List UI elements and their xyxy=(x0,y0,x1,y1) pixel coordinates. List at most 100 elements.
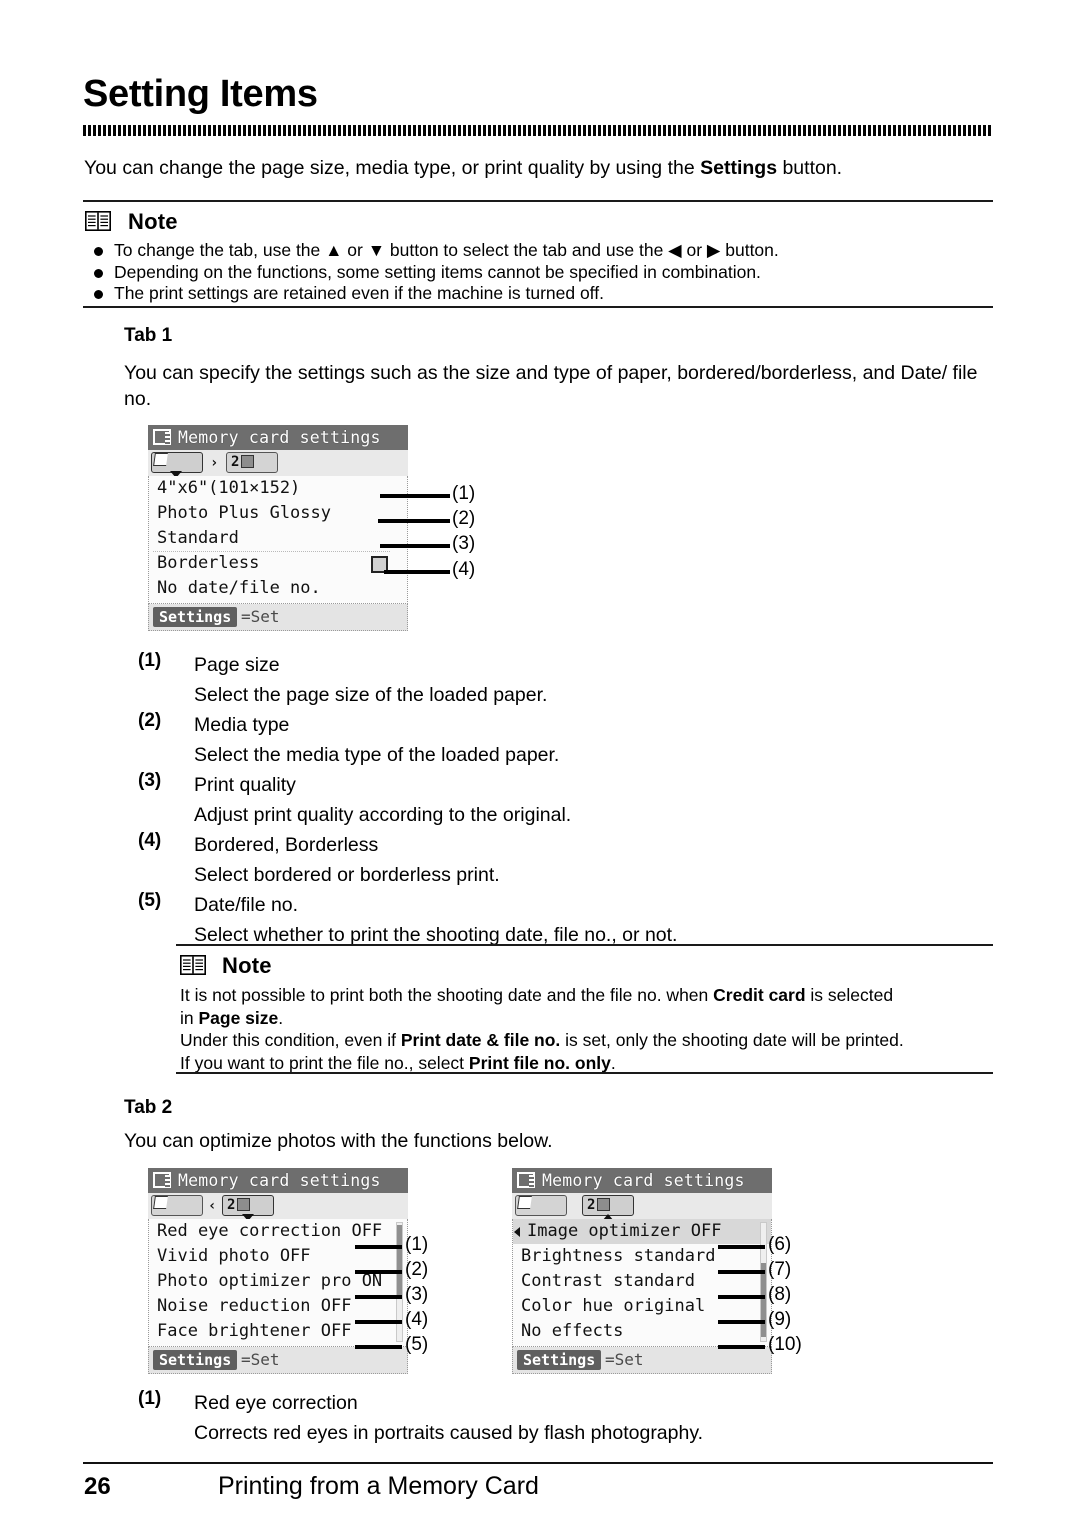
bullet-icon xyxy=(94,247,103,256)
lcd-row-red-eye-correction[interactable]: Red eye correction OFF xyxy=(149,1219,407,1244)
lcd-settings-key[interactable]: Settings xyxy=(153,607,238,627)
item-number: (2) xyxy=(138,710,162,731)
leader-line-t2-5 xyxy=(355,1345,402,1349)
lcd-tab-1[interactable]: 1 xyxy=(151,452,203,473)
list-item: (1) Red eye correction Corrects red eyes… xyxy=(138,1388,998,1448)
item-number: (4) xyxy=(138,830,162,851)
note1-list: To change the tab, use the ▲ or ▼ button… xyxy=(84,240,779,305)
note2-line4-c: . xyxy=(610,1052,616,1073)
note2-line1-bold: Credit card xyxy=(713,985,806,1005)
lcd-scrollbar[interactable] xyxy=(760,1222,767,1342)
book-icon xyxy=(85,211,111,231)
tab1-heading: Tab 1 xyxy=(124,325,173,346)
lcd-title-text: Memory card settings xyxy=(542,1171,745,1190)
lcd-tab-strip: 1 ‹ 2 xyxy=(148,1193,408,1221)
note2-rule-bottom xyxy=(176,1072,993,1074)
tab1-paragraph: You can specify the settings such as the… xyxy=(124,362,978,410)
note2-line-3: Under this condition, even if Print date… xyxy=(180,1029,996,1052)
note2-line1-a: It is not possible to print both the sho… xyxy=(180,985,714,1005)
item-term: Red eye correction xyxy=(194,1392,358,1414)
lcd-tab-separator: ‹ xyxy=(208,1198,217,1214)
lcd-tab-separator: › xyxy=(210,455,219,471)
lcd-screen-tab1: Memory card settings 1 › 2 4"x6"(101×152… xyxy=(148,425,408,631)
picture-icon xyxy=(597,1198,611,1211)
page-icon xyxy=(153,1196,168,1209)
note1-item-2-text: The print settings are retained even if … xyxy=(114,283,604,303)
item-number: (1) xyxy=(138,650,162,671)
note1-item-0: To change the tab, use the ▲ or ▼ button… xyxy=(84,240,779,262)
item-term: Media type xyxy=(194,714,290,736)
intro-paragraph: You can change the page size, media type… xyxy=(84,155,996,181)
note2-line-4: If you want to print the file no., selec… xyxy=(180,1052,996,1075)
lcd-settings-action: =Set xyxy=(605,1350,644,1369)
lcd-tab-2[interactable]: 2 xyxy=(582,1195,634,1216)
item-number: (3) xyxy=(138,770,162,791)
memory-card-icon xyxy=(153,1172,171,1188)
book-icon xyxy=(180,955,206,975)
item-description: Select the page size of the loaded paper… xyxy=(194,684,548,706)
lcd-row-media-type[interactable]: Photo Plus Glossy xyxy=(149,501,407,526)
footer-chapter-title: Printing from a Memory Card xyxy=(218,1472,539,1500)
callout-t2-7: (7) xyxy=(768,1259,792,1280)
callout-t2-9: (9) xyxy=(768,1309,792,1330)
lcd-tab-1[interactable]: 1 xyxy=(151,1195,203,1216)
list-item: (2) Media type Select the media type of … xyxy=(138,710,998,770)
memory-card-icon xyxy=(517,1172,535,1188)
lcd-list-tab1: 4"x6"(101×152) Photo Plus Glossy Standar… xyxy=(148,476,408,604)
lcd-tab-2[interactable]: 2 xyxy=(222,1195,274,1216)
intro-bold-settings: Settings xyxy=(700,157,778,179)
lcd-row-page-size[interactable]: 4"x6"(101×152) xyxy=(149,476,407,501)
page-number: 26 xyxy=(84,1473,111,1500)
bullet-icon xyxy=(94,268,103,278)
note1-item-1: Depending on the functions, some setting… xyxy=(84,262,779,284)
callout-t2-10: (10) xyxy=(768,1334,802,1355)
leader-line-t2-4 xyxy=(355,1320,402,1324)
lcd-row-image-optimizer[interactable]: Image optimizer OFF xyxy=(513,1219,771,1244)
note1-item-1-text: Depending on the functions, some setting… xyxy=(114,261,761,282)
lcd-row-image-optimizer-text: Image optimizer OFF xyxy=(527,1221,722,1241)
leader-line-t2-1 xyxy=(355,1245,402,1249)
list-item: (3) Print quality Adjust print quality a… xyxy=(138,770,998,830)
lcd-footer-tab2-left: Settings =Set xyxy=(148,1347,408,1374)
callout-t2-1: (1) xyxy=(405,1234,429,1255)
note2-line3-a: Under this condition, even if xyxy=(180,1030,401,1050)
lcd-row-borderless[interactable]: Borderless xyxy=(149,551,407,576)
lcd-tab-2[interactable]: 2 xyxy=(226,452,278,473)
callout-2: (2) xyxy=(452,508,476,529)
note2-body: It is not possible to print both the sho… xyxy=(180,984,996,1074)
note1-rule-top xyxy=(83,200,993,202)
lcd-tab-strip: 1 2 xyxy=(512,1193,772,1221)
lcd-settings-key[interactable]: Settings xyxy=(153,1350,238,1370)
note2-line4-bold: Print file no. only xyxy=(468,1052,611,1073)
title-rule xyxy=(83,125,993,136)
callout-1: (1) xyxy=(452,483,476,504)
note2-line-2: in Page size. xyxy=(180,1007,996,1030)
lcd-scrollbar-thumb[interactable] xyxy=(397,1225,402,1295)
leader-line-t2-3 xyxy=(355,1295,402,1299)
callout-t2-6: (6) xyxy=(768,1234,792,1255)
leader-line-1 xyxy=(380,494,450,498)
tab1-definition-list: (1) Page size Select the page size of th… xyxy=(138,650,998,950)
lcd-row-date-file-no[interactable]: No date/file no. xyxy=(149,576,407,601)
note1-rule-bottom xyxy=(83,306,993,308)
note1-item-2: The print settings are retained even if … xyxy=(84,283,779,305)
item-term: Bordered, Borderless xyxy=(194,834,379,856)
lcd-row-print-quality[interactable]: Standard xyxy=(149,526,407,551)
leader-line-t2-7 xyxy=(718,1270,765,1274)
page-icon xyxy=(153,453,168,466)
picture-icon xyxy=(241,455,255,468)
lcd-scrollbar-thumb[interactable] xyxy=(761,1263,766,1337)
lcd-settings-key[interactable]: Settings xyxy=(517,1350,602,1370)
callout-t2-5: (5) xyxy=(405,1334,429,1355)
item-number: (1) xyxy=(138,1388,162,1409)
lcd-tab-1[interactable]: 1 xyxy=(515,1195,567,1216)
note1-item-0-text: To change the tab, use the ▲ or ▼ button… xyxy=(114,240,779,260)
lcd-list-tab2-left: Red eye correction OFF Vivid photo OFF P… xyxy=(148,1219,408,1347)
lcd-title-bar: Memory card settings xyxy=(148,1168,408,1193)
bullet-icon xyxy=(94,290,103,299)
lcd-scrollbar[interactable] xyxy=(396,1222,403,1342)
note2-line-1: It is not possible to print both the sho… xyxy=(180,984,996,1007)
item-term: Page size xyxy=(194,654,280,676)
page-icon xyxy=(517,1196,532,1209)
leader-line-4 xyxy=(384,570,450,574)
